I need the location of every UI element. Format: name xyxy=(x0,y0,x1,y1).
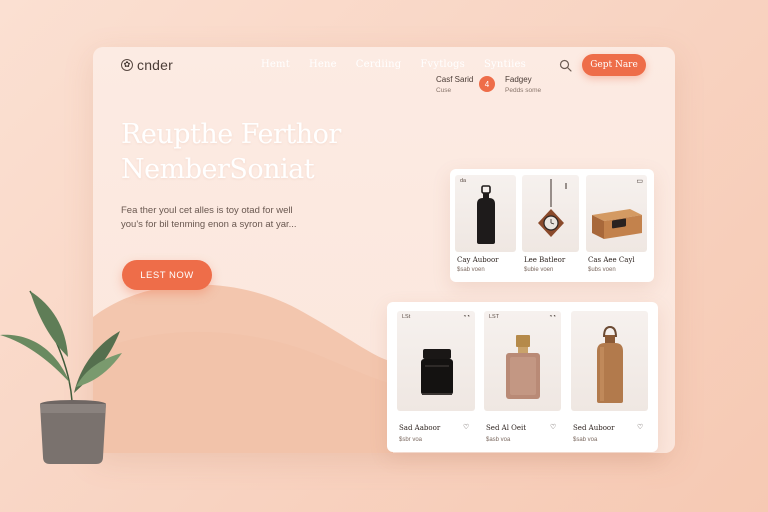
product-name: Cas Aee Cayl xyxy=(588,256,635,264)
brand-name: cnder xyxy=(137,57,174,73)
black-bottle-icon xyxy=(477,185,495,244)
nav-links: Hemt Hene Cerdiing Fvytlogs Syntiies xyxy=(261,59,526,70)
meta-badge[interactable]: 4 xyxy=(479,76,495,92)
meta-right: Fadgey Pedds some xyxy=(505,74,541,96)
hero-subtitle-line2: you's for bil tenming enon a syron at ya… xyxy=(121,219,297,230)
hero-subtitle-line1: Fea ther youl cet alles is toy otad for … xyxy=(121,205,293,216)
nav-link-home[interactable]: Hemt xyxy=(261,59,290,70)
wooden-box-icon xyxy=(592,209,642,239)
top-navigation: ✿ cnder Hemt Hene Cerdiing Fvytlogs Synt… xyxy=(93,47,675,85)
product-price: $sbr voa xyxy=(399,437,423,443)
featured-panel: da Cay Auboor $sab voen Lee Batleor $ubi… xyxy=(450,169,654,282)
badge-icon: ◔◔ xyxy=(462,314,470,320)
nav-link-catalogs[interactable]: Fvytlogs xyxy=(420,59,465,70)
favorite-icon[interactable]: ▭ xyxy=(636,177,643,185)
nav-link-here[interactable]: Hene xyxy=(309,59,337,70)
heart-icon[interactable]: ♡ xyxy=(550,423,556,431)
hero-meta: Casf Sarid Cuse 4 Fadgey Pedds some xyxy=(434,74,554,100)
badge-icon: ◔◔ xyxy=(548,314,556,320)
hero-title-line2: NemberSoniat xyxy=(121,154,315,185)
product-name: Sed Auboor xyxy=(573,424,615,432)
meta-left: Casf Sarid Cuse xyxy=(436,74,473,96)
meta-right-sub: Pedds some xyxy=(505,87,542,94)
product-price: $ubie voen xyxy=(524,267,554,273)
copper-flask-icon xyxy=(597,325,623,403)
meta-left-title: Casf Sarid xyxy=(436,75,474,84)
nav-link-services[interactable]: Syntiies xyxy=(484,59,526,70)
product-image: LSt ◔◔ xyxy=(397,311,475,411)
product-image xyxy=(522,175,579,252)
heart-icon[interactable]: ♡ xyxy=(637,423,643,431)
product-image: ▭ xyxy=(586,175,647,252)
perfume-bottle-icon xyxy=(506,335,540,399)
product-price: $sab voen xyxy=(457,267,485,273)
meta-left-sub: Cuse xyxy=(436,87,452,94)
black-jar-icon xyxy=(421,349,453,395)
product-price: $ubs voen xyxy=(588,267,616,273)
product-tag: LST xyxy=(489,314,500,320)
heart-icon[interactable]: ♡ xyxy=(463,423,469,431)
hero-subtitle: Fea ther youl cet alles is toy otad for … xyxy=(121,204,361,232)
potted-plant-image xyxy=(0,290,122,464)
product-price: $asb voa xyxy=(486,437,511,443)
product-image: LST ◔◔ xyxy=(484,311,561,411)
product-tag: LSt xyxy=(402,314,411,320)
shop-now-button[interactable]: LEST NOW xyxy=(122,260,212,290)
meta-right-title: Fadgey xyxy=(505,75,532,84)
product-image: da xyxy=(455,175,516,252)
product-tag: da xyxy=(460,178,467,184)
nav-link-catalog[interactable]: Cerdiing xyxy=(356,59,402,70)
get-started-button[interactable]: Gept Nare xyxy=(582,54,646,76)
product-name: Sed Al Oeit xyxy=(486,424,527,432)
search-icon[interactable] xyxy=(559,59,572,72)
circle-logo-icon: ✿ xyxy=(121,59,133,71)
product-name: Sad Aaboor xyxy=(399,424,441,432)
product-image xyxy=(571,311,648,411)
product-price: $sab voa xyxy=(573,437,598,443)
brand-logo[interactable]: ✿ cnder xyxy=(121,57,173,73)
product-grid-panel: LSt ◔◔ Sad Aaboor ♡ $sbr voa LST ◔◔ Sed … xyxy=(387,302,658,452)
pendant-clock-icon xyxy=(538,179,567,237)
hero-title: Reupthe Ferthor NemberSoniat xyxy=(121,117,421,187)
product-name: Lee Batleor xyxy=(524,256,566,264)
hero-title-line1: Reupthe Ferthor xyxy=(121,119,341,150)
product-name: Cay Auboor xyxy=(457,256,499,264)
